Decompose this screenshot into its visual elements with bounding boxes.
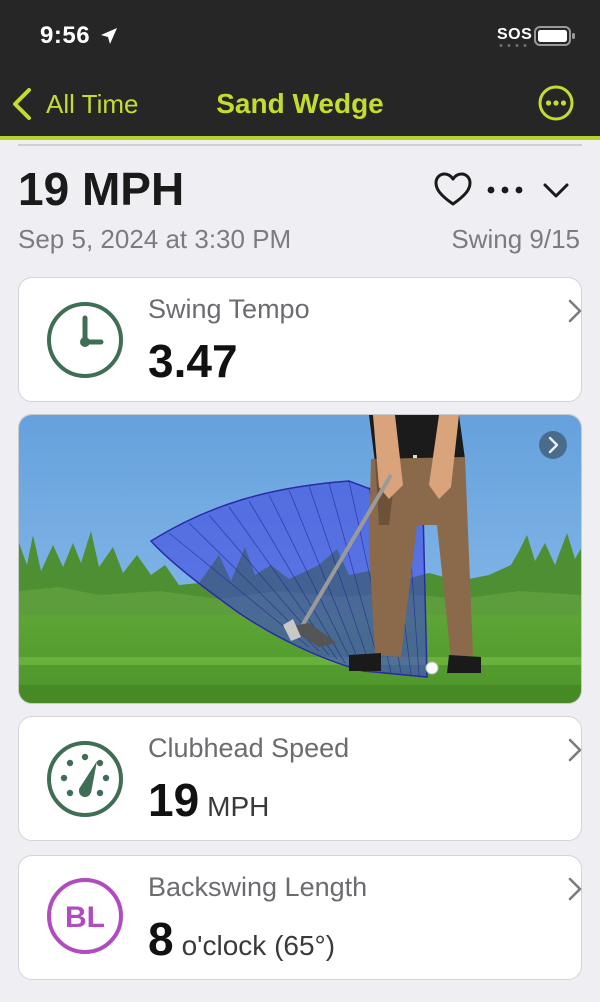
swing-counter: Swing 9/15: [451, 224, 580, 254]
backswing-length-label: Backswing Length: [148, 872, 368, 902]
clubhead-speed-value: 19: [148, 774, 200, 826]
chevron-right-icon: [568, 299, 582, 323]
speedometer-icon: [47, 741, 123, 817]
chevron-down-icon[interactable]: [542, 180, 570, 200]
clubhead-speed-label: Clubhead Speed: [148, 733, 350, 763]
back-button[interactable]: All Time: [10, 84, 138, 124]
swing-tempo-value: 3.47: [148, 335, 238, 387]
backswing-length-value-row: 8 o'clock (65°): [148, 912, 335, 966]
clock-icon: [47, 302, 123, 378]
swing-animation-view[interactable]: [18, 414, 582, 704]
heart-icon[interactable]: [434, 172, 472, 208]
backswing-length-value: 8: [148, 913, 174, 965]
swing-illustration: [19, 415, 581, 703]
location-arrow-icon: [101, 28, 117, 44]
navigation-bar: All Time Sand Wedge: [0, 72, 600, 140]
clubhead-speed-unit: MPH: [207, 791, 270, 822]
divider: [18, 144, 582, 146]
backswing-length-unit: o'clock (65°): [181, 930, 336, 961]
back-button-label: All Time: [46, 88, 139, 119]
more-options-icon[interactable]: [537, 84, 575, 122]
status-bar: 9:56 SOS: [0, 0, 600, 72]
backswing-length-card[interactable]: BL Backswing Length 8 o'clock (65°): [18, 855, 582, 980]
more-dots-icon[interactable]: [486, 176, 524, 204]
backswing-length-icon: BL: [47, 878, 123, 954]
battery-icon: [534, 26, 575, 46]
clubhead-speed-value-row: 19 MPH: [148, 773, 269, 827]
clubhead-speed-card[interactable]: Clubhead Speed 19 MPH: [18, 716, 582, 841]
status-time: 9:56: [40, 22, 91, 49]
sos-indicator: SOS: [497, 26, 533, 43]
swing-tempo-label: Swing Tempo: [148, 294, 310, 324]
swing-tempo-card[interactable]: Swing Tempo 3.47: [18, 277, 582, 402]
chevron-right-circle-icon[interactable]: [539, 431, 567, 459]
chevron-right-icon: [568, 877, 582, 901]
swing-date: Sep 5, 2024 at 3:30 PM: [18, 224, 292, 254]
signal-dots-icon: [499, 44, 527, 47]
chevron-right-icon: [568, 738, 582, 762]
chevron-left-icon: [13, 88, 31, 120]
swing-speed-title: 19 MPH: [18, 163, 185, 215]
backswing-badge-text: BL: [65, 901, 105, 934]
